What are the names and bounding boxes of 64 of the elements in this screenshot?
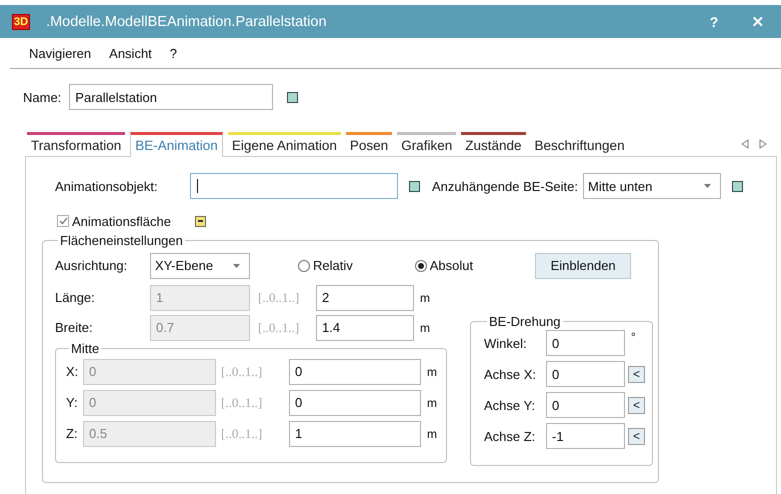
show-button[interactable]: Einblenden bbox=[535, 252, 632, 278]
unit-label: m bbox=[420, 320, 430, 334]
radio-button[interactable]: Relativ bbox=[298, 258, 353, 273]
unit-label: m bbox=[420, 290, 430, 304]
value-field[interactable]: 0 bbox=[546, 392, 625, 418]
pick-button[interactable]: < bbox=[628, 366, 645, 382]
checkbox-label: Animationsfläche bbox=[72, 214, 171, 228]
scroll-right-icon[interactable] bbox=[759, 139, 767, 149]
window-title: .Modelle.ModellBEAnimation.Parallelstation bbox=[46, 14, 327, 30]
field-label: Z: bbox=[66, 426, 79, 441]
field-label: Achse Y: bbox=[484, 398, 536, 412]
tab[interactable]: Grafiken bbox=[397, 132, 456, 156]
unit-label: ° bbox=[631, 330, 636, 344]
menu-item[interactable]: ? bbox=[170, 46, 178, 60]
range-hint: [..0..1..] bbox=[220, 364, 264, 380]
value-field[interactable]: 1.4 bbox=[316, 314, 414, 340]
orientation-label: Ausrichtung: bbox=[55, 258, 128, 273]
field-label: Y: bbox=[66, 395, 79, 410]
unit-label: m bbox=[427, 364, 437, 378]
group-title: Flächeneinstellungen bbox=[59, 233, 184, 248]
menu-item[interactable]: Ansicht bbox=[109, 46, 152, 60]
tab[interactable]: Transformation bbox=[27, 132, 126, 156]
menu-item[interactable]: Navigieren bbox=[29, 46, 92, 60]
unit-label: m bbox=[427, 396, 437, 410]
tab[interactable]: Posen bbox=[346, 132, 392, 156]
range-hint: [..0..1..] bbox=[220, 394, 264, 410]
orientation-dropdown[interactable]: XY-Ebene bbox=[150, 252, 250, 278]
tab[interactable]: BE-Animation bbox=[130, 132, 223, 157]
field-label: Breite: bbox=[55, 320, 94, 335]
unit-label: m bbox=[427, 426, 437, 440]
field-label: Achse X: bbox=[484, 366, 538, 382]
value-field[interactable]: 0 bbox=[289, 358, 421, 384]
tab[interactable]: Eigene Animation bbox=[228, 132, 341, 156]
value-field[interactable]: 2 bbox=[316, 284, 414, 310]
group-title: BE-Drehung bbox=[488, 314, 562, 329]
range-hint: [..0..1..] bbox=[220, 426, 264, 442]
app-logo: 3D bbox=[12, 14, 30, 30]
animation-object-field[interactable] bbox=[190, 173, 398, 199]
pick-button[interactable]: < bbox=[628, 396, 645, 414]
pick-button[interactable]: < bbox=[628, 428, 645, 444]
range-hint: [..0..1..] bbox=[257, 290, 300, 306]
text-cursor-icon bbox=[197, 179, 198, 193]
attach-side-dropdown[interactable]: Mitte unten bbox=[583, 173, 721, 199]
value-field[interactable]: 0 bbox=[546, 361, 625, 387]
name-field[interactable]: Parallelstation bbox=[69, 84, 274, 110]
dropdown-caret-icon bbox=[233, 264, 240, 268]
value-field[interactable]: 1 bbox=[289, 420, 421, 446]
name-label: Name: bbox=[23, 90, 62, 104]
group-title: Mitte bbox=[70, 341, 100, 356]
radio-button[interactable]: Absolut bbox=[414, 258, 474, 273]
value-field[interactable]: -1 bbox=[546, 423, 625, 449]
range-hint: [..0..1..] bbox=[257, 320, 300, 336]
scroll-left-icon[interactable] bbox=[741, 139, 749, 149]
animation-object-label: Animationsobjekt: bbox=[55, 178, 159, 194]
tab[interactable]: Zustände bbox=[461, 132, 526, 156]
value-field[interactable]: 0 bbox=[289, 390, 421, 416]
dropdown-caret-icon bbox=[704, 184, 711, 188]
field-label: Länge: bbox=[55, 290, 96, 305]
attach-side-label: Anzuhängende BE-Seite: bbox=[432, 178, 578, 194]
field-label: Achse Z: bbox=[484, 428, 536, 444]
field-label: X: bbox=[66, 364, 80, 379]
value-field[interactable]: 0 bbox=[546, 330, 625, 356]
tab[interactable]: Beschriftungen bbox=[530, 132, 629, 156]
field-label: Winkel: bbox=[484, 336, 528, 350]
